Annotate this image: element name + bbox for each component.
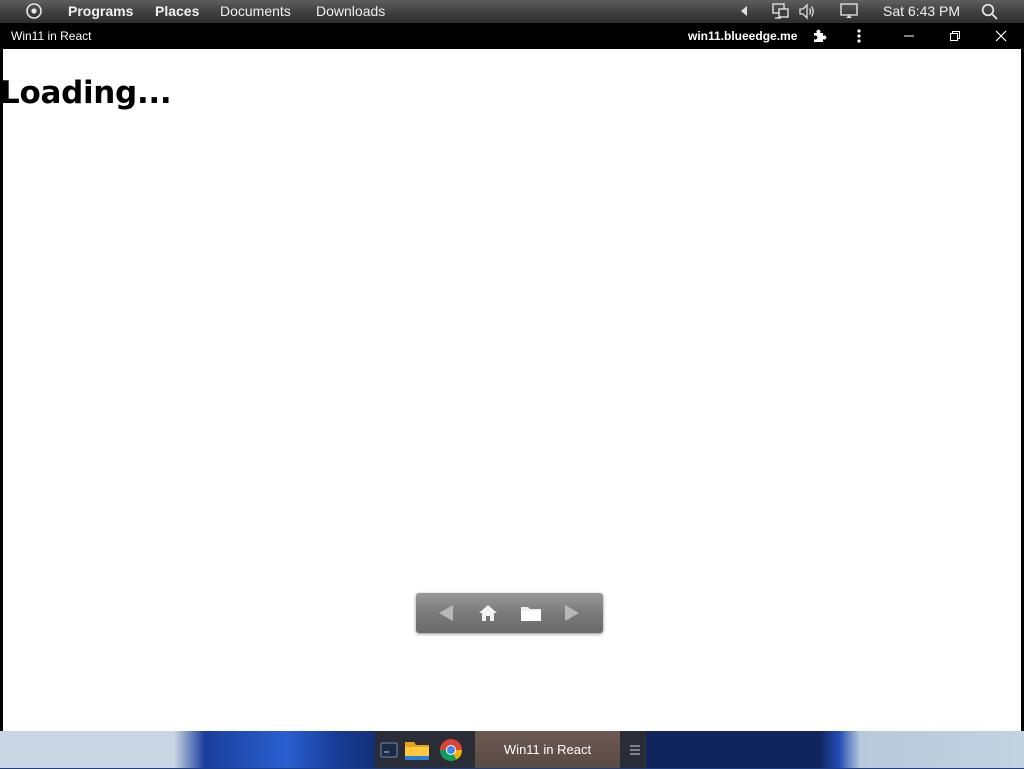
puzzle-icon[interactable]	[805, 23, 833, 49]
chrome-icon[interactable]	[437, 731, 465, 768]
menu-places[interactable]: Places	[155, 0, 199, 23]
loading-heading: Loading...	[3, 75, 172, 111]
window-domain: win11.blueedge.me	[688, 29, 798, 43]
home-icon[interactable]	[470, 593, 506, 633]
terminal-icon[interactable]	[377, 731, 401, 768]
window-titlebar[interactable]: Win11 in React win11.blueedge.me	[0, 23, 1024, 49]
forward-arrow-icon[interactable]	[554, 593, 590, 633]
file-explorer-icon[interactable]	[403, 731, 431, 768]
app-window: Win11 in React win11.blueedge.me Loading…	[0, 23, 1024, 731]
close-icon[interactable]	[987, 23, 1015, 49]
kebab-icon[interactable]	[845, 23, 873, 49]
taskbar: Win11 in React	[375, 731, 646, 768]
menu-programs[interactable]: Programs	[68, 0, 133, 23]
taskbar-menu-icon[interactable]	[625, 731, 645, 768]
menu-documents[interactable]: Documents	[220, 0, 291, 23]
taskbar-task-win11[interactable]: Win11 in React	[475, 731, 620, 768]
folder-icon[interactable]	[513, 593, 549, 633]
back-arrow-icon[interactable]	[428, 593, 464, 633]
window-content: Loading...	[3, 49, 1021, 731]
window-title: Win11 in React	[11, 29, 92, 43]
menu-downloads[interactable]: Downloads	[316, 0, 385, 23]
floating-nav-bar	[416, 593, 603, 633]
menu-circle-icon[interactable]	[25, 2, 43, 21]
restore-icon[interactable]	[941, 23, 969, 49]
minimize-icon[interactable]	[895, 23, 923, 49]
top-panel: Programs Places Documents Downloads Sat …	[0, 0, 1024, 23]
clock[interactable]: Sat 6:43 PM	[883, 0, 960, 23]
